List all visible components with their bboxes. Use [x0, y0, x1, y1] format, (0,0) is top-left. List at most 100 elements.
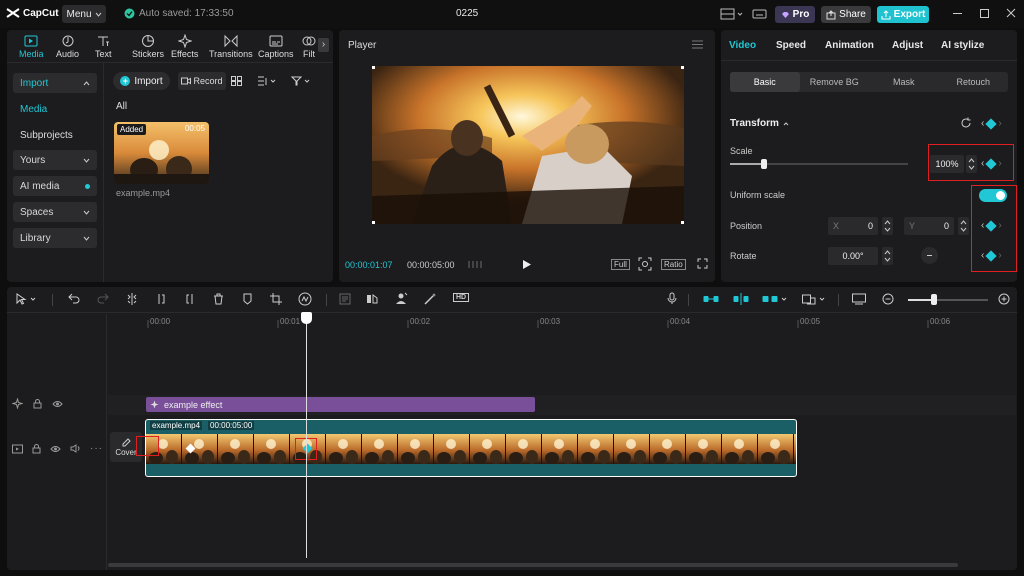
chevron-left-icon[interactable]: ‹	[981, 118, 984, 129]
speaker-icon[interactable]	[70, 444, 81, 453]
keyframe-nav-transform[interactable]: ‹ ›	[981, 117, 1002, 130]
sidebar-item-media[interactable]: Media	[20, 104, 47, 115]
eye-icon[interactable]	[50, 445, 61, 453]
sidebar-item-spaces[interactable]: Spaces	[13, 202, 97, 222]
resize-handle[interactable]	[681, 66, 684, 69]
video-clip[interactable]: example.mp4 00:00:05:00	[145, 419, 797, 477]
subtab-retouch[interactable]: Retouch	[939, 72, 1009, 92]
tab-scroll-right-icon[interactable]: ›	[318, 38, 329, 52]
keyframe-diamond-icon[interactable]	[985, 219, 998, 232]
position-x-field[interactable]: X 0	[828, 217, 878, 235]
resize-handle[interactable]	[372, 221, 375, 224]
sidebar-item-import[interactable]: Import	[13, 73, 97, 93]
marker-icon[interactable]	[242, 293, 253, 305]
menu-button[interactable]: Menu	[62, 5, 106, 23]
sidebar-item-library[interactable]: Library	[13, 228, 97, 248]
chevron-left-icon[interactable]: ‹	[981, 220, 984, 231]
inspector-tab-animation[interactable]: Animation	[825, 40, 874, 51]
sort-icon[interactable]	[257, 76, 276, 86]
full-button[interactable]: Full	[611, 259, 630, 270]
zoom-out-icon[interactable]	[882, 293, 894, 305]
scale-stepper[interactable]	[966, 155, 977, 173]
crop-icon[interactable]	[270, 293, 282, 305]
uniform-scale-toggle[interactable]	[979, 189, 1007, 202]
keyframe-diamond-icon[interactable]	[985, 157, 998, 170]
magic-wand-icon[interactable]	[424, 292, 437, 305]
main-track-magnet-icon[interactable]	[703, 294, 719, 304]
subtab-basic[interactable]: Basic	[730, 72, 800, 92]
inspector-tab-video[interactable]: Video	[729, 40, 756, 51]
timeline-scrollbar[interactable]	[108, 563, 958, 567]
media-import-button[interactable]: + Import	[113, 72, 170, 90]
tab-media[interactable]: Media	[19, 34, 44, 59]
position-x-stepper[interactable]	[882, 217, 893, 235]
caption-icon[interactable]	[852, 293, 866, 305]
keyframe-nav-scale[interactable]: ‹ ›	[981, 157, 1002, 170]
subtab-remove-bg[interactable]: Remove BG	[800, 72, 870, 92]
resize-handle[interactable]	[372, 66, 375, 69]
keyframe-nav-position[interactable]: ‹ ›	[981, 219, 1002, 232]
media-clip-card[interactable]: Added 00:05	[114, 122, 209, 184]
rotate-dial-icon[interactable]	[921, 247, 938, 264]
position-y-field[interactable]: Y 0	[904, 217, 954, 235]
subtab-mask[interactable]: Mask	[869, 72, 939, 92]
rotate-stepper[interactable]	[882, 247, 893, 265]
undo-icon[interactable]	[68, 293, 80, 304]
chevron-right-icon[interactable]: ›	[998, 220, 1001, 231]
person-cutout-icon[interactable]	[395, 292, 408, 305]
transform-header[interactable]: Transform	[730, 118, 789, 129]
keyframe-diamond-icon[interactable]	[985, 249, 998, 262]
auto-reframe-icon[interactable]	[298, 292, 312, 306]
freeze-icon[interactable]	[339, 293, 351, 305]
inspector-tab-adjust[interactable]: Adjust	[892, 40, 923, 51]
position-y-stepper[interactable]	[958, 217, 969, 235]
keyboard-icon[interactable]	[752, 8, 767, 20]
split-icon[interactable]	[126, 293, 138, 305]
ratio-button[interactable]: Ratio	[661, 259, 686, 270]
share-button[interactable]: Share	[821, 6, 871, 23]
sidebar-item-ai-media[interactable]: AI media	[13, 176, 97, 196]
microphone-icon[interactable]	[667, 292, 677, 305]
filter-icon[interactable]	[291, 76, 310, 86]
tab-captions[interactable]: Captions	[258, 34, 294, 59]
chevron-left-icon[interactable]: ‹	[981, 158, 984, 169]
more-icon[interactable]: ···	[90, 443, 103, 454]
scale-input[interactable]: 100%	[930, 155, 964, 173]
layout-icon[interactable]	[720, 8, 743, 20]
sidebar-item-yours[interactable]: Yours	[13, 150, 97, 170]
pro-button[interactable]: Pro	[775, 6, 815, 23]
chevron-left-icon[interactable]: ‹	[981, 250, 984, 261]
split-right-icon[interactable]	[184, 293, 196, 305]
mirror-icon[interactable]	[366, 293, 378, 305]
playhead-handle[interactable]	[301, 312, 312, 324]
split-left-icon[interactable]	[155, 293, 167, 305]
inspector-tab-ai-stylize[interactable]: AI stylize	[941, 40, 984, 51]
grid-view-icon[interactable]	[231, 76, 242, 86]
fullscreen-icon[interactable]	[697, 258, 708, 269]
reset-icon[interactable]	[960, 117, 972, 129]
screenshot-icon[interactable]	[638, 257, 652, 271]
chevron-right-icon[interactable]: ›	[998, 118, 1001, 129]
linkage-icon[interactable]	[762, 293, 787, 305]
select-tool-icon[interactable]	[16, 293, 36, 305]
record-button[interactable]: Record	[178, 72, 226, 90]
minimize-icon[interactable]	[953, 13, 962, 14]
tab-filt[interactable]: Filt	[302, 34, 316, 59]
rotate-field[interactable]: 0.00°	[828, 247, 878, 265]
sidebar-item-subprojects[interactable]: Subprojects	[20, 130, 73, 141]
close-icon[interactable]	[1006, 8, 1016, 18]
zoom-slider-thumb[interactable]	[931, 294, 937, 305]
tab-effects[interactable]: Effects	[171, 34, 198, 59]
resize-handle[interactable]	[681, 221, 684, 224]
keyframe-diamond-icon[interactable]	[985, 117, 998, 130]
tab-stickers[interactable]: Stickers	[132, 34, 164, 59]
scale-slider-thumb[interactable]	[760, 159, 767, 169]
eye-icon[interactable]	[52, 400, 63, 408]
play-icon[interactable]	[522, 259, 532, 270]
chevron-right-icon[interactable]: ›	[998, 158, 1001, 169]
preview-axis-icon[interactable]	[802, 293, 825, 305]
tab-transitions[interactable]: Transitions	[209, 34, 253, 59]
tab-audio[interactable]: Audio	[56, 34, 79, 59]
lock-icon[interactable]	[33, 398, 42, 409]
zoom-in-icon[interactable]	[998, 293, 1010, 305]
